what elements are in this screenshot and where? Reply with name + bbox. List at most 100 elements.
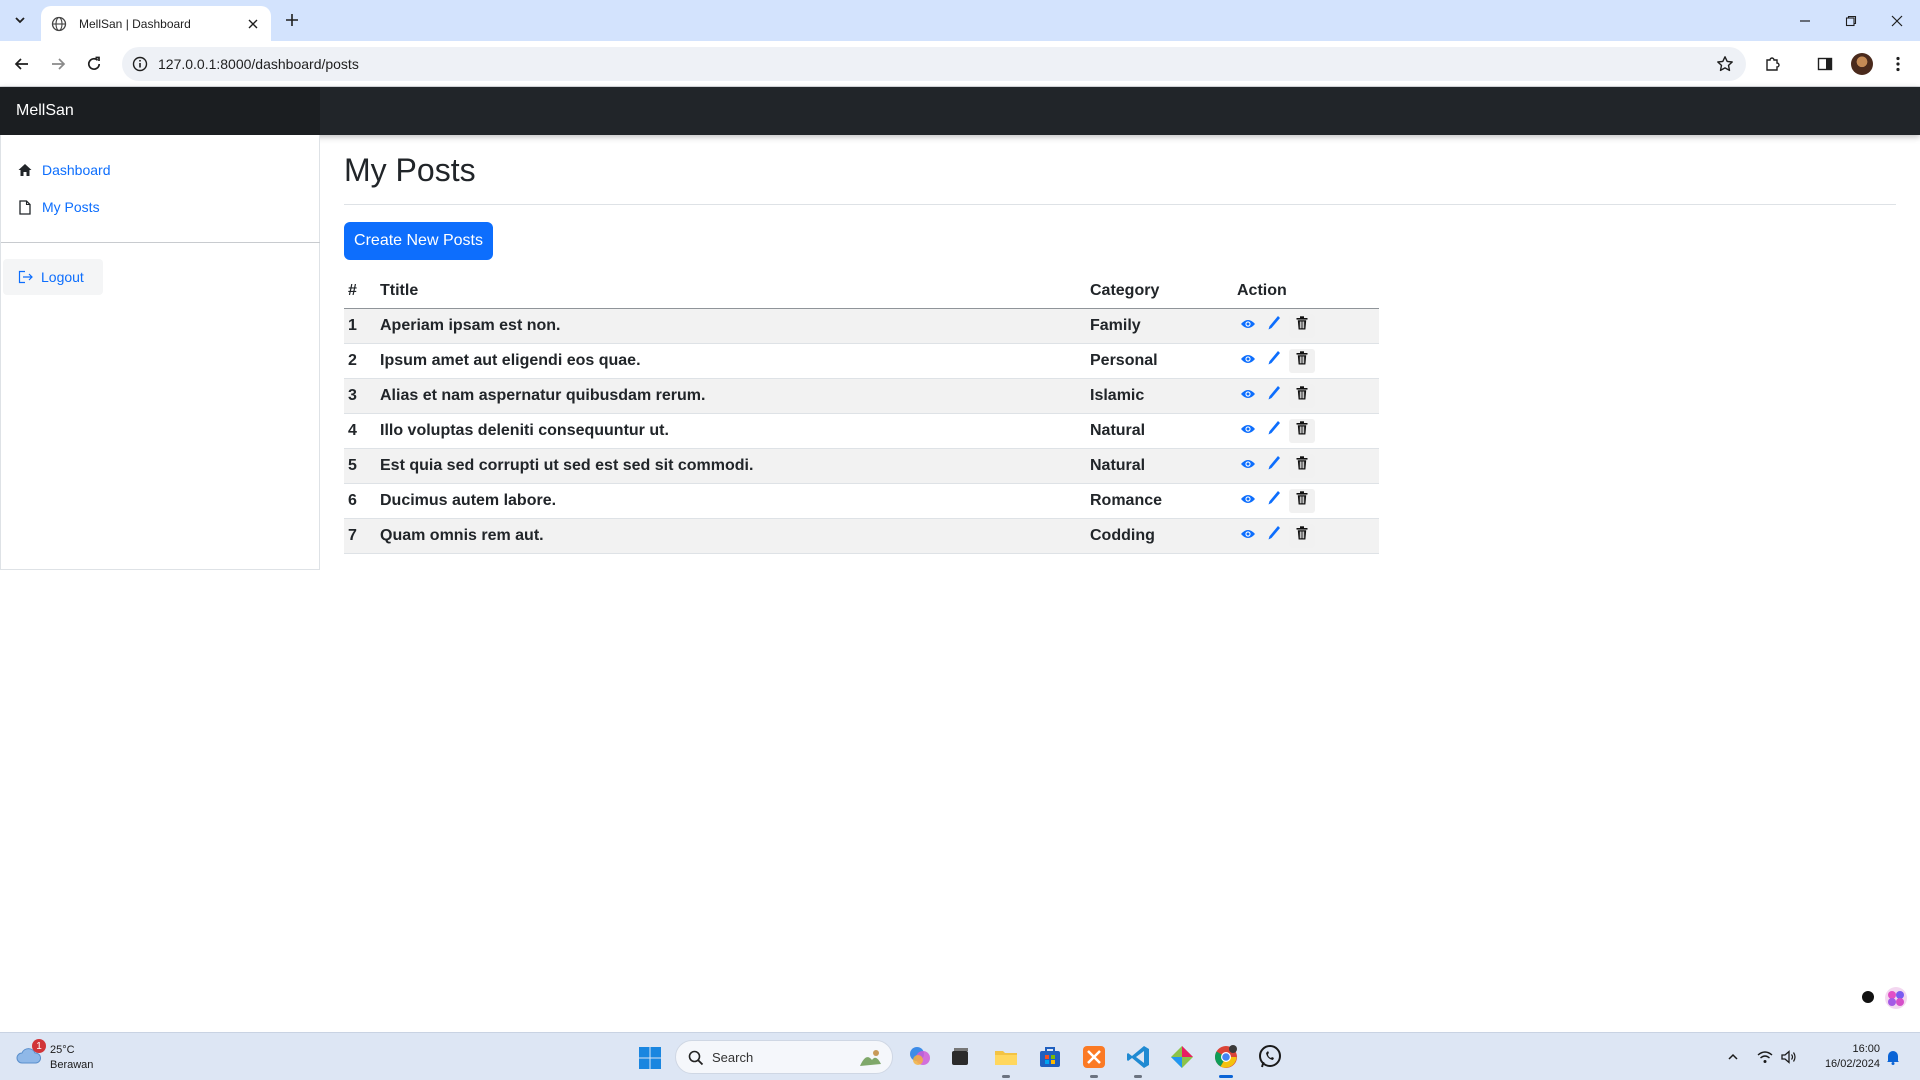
post-number: 5	[344, 448, 376, 484]
browser-menu-button[interactable]	[1886, 52, 1910, 76]
floating-assistant-widget[interactable]	[1860, 983, 1916, 1013]
new-tab-button[interactable]	[281, 9, 303, 31]
browser-tab[interactable]: MellSan | Dashboard	[41, 6, 271, 41]
sidebar-item-dashboard[interactable]: Dashboard	[17, 162, 111, 178]
weather-condition: Berawan	[50, 1059, 94, 1071]
vscode-icon	[1127, 1046, 1149, 1068]
delete-post-button[interactable]	[1289, 313, 1315, 338]
column-header-title: Ttitle	[376, 274, 1086, 309]
taskbar-app-gitkraken[interactable]	[1168, 1043, 1196, 1071]
notifications-button[interactable]	[1884, 1048, 1902, 1066]
view-post-button[interactable]	[1237, 315, 1259, 337]
speaker-icon	[1781, 1050, 1796, 1064]
search-label: Search	[712, 1050, 754, 1065]
taskbar-app-store[interactable]	[1036, 1043, 1064, 1071]
profile-avatar[interactable]	[1851, 53, 1873, 75]
taskbar-app-whatsapp[interactable]	[1256, 1043, 1284, 1071]
side-panel-button[interactable]	[1813, 52, 1837, 76]
wifi-status[interactable]	[1756, 1048, 1774, 1066]
edit-post-button[interactable]	[1263, 420, 1285, 442]
taskbar-app-file-explorer[interactable]	[992, 1043, 1020, 1078]
edit-post-button[interactable]	[1263, 315, 1285, 337]
post-category: Family	[1086, 308, 1233, 344]
pencil-icon	[1267, 490, 1281, 511]
extensions-button[interactable]	[1761, 52, 1785, 76]
logout-button[interactable]: Logout	[3, 259, 103, 295]
tab-search-button[interactable]	[8, 8, 32, 32]
view-post-button[interactable]	[1237, 350, 1259, 372]
notification-badge: 1	[32, 1039, 46, 1053]
browser-toolbar: 127.0.0.1:8000/dashboard/posts	[0, 41, 1920, 87]
view-post-button[interactable]	[1237, 385, 1259, 407]
tab-title: MellSan | Dashboard	[79, 16, 191, 31]
taskbar-app-chrome[interactable]	[1212, 1043, 1240, 1078]
edit-post-button[interactable]	[1263, 525, 1285, 547]
post-number: 3	[344, 378, 376, 414]
edit-post-button[interactable]	[1263, 385, 1285, 407]
taskbar-search[interactable]: Search	[675, 1040, 893, 1074]
sidebar-item-my-posts[interactable]: My Posts	[17, 199, 100, 215]
view-post-button[interactable]	[1237, 490, 1259, 512]
search-icon	[688, 1050, 704, 1066]
star-icon[interactable]	[1716, 55, 1734, 73]
view-post-button[interactable]	[1237, 525, 1259, 547]
tray-overflow-button[interactable]	[1724, 1048, 1742, 1066]
info-icon[interactable]	[132, 56, 148, 72]
edit-post-button[interactable]	[1263, 490, 1285, 512]
brand-link[interactable]: MellSan	[0, 87, 320, 135]
eye-icon	[1240, 457, 1256, 475]
start-button[interactable]	[638, 1046, 662, 1070]
edit-post-button[interactable]	[1263, 455, 1285, 477]
trash-icon	[1296, 526, 1308, 545]
eye-icon	[1240, 387, 1256, 405]
weather-widget[interactable]: 1 25°C Berawan	[16, 1039, 126, 1075]
reload-icon	[88, 56, 101, 70]
delete-post-button[interactable]	[1289, 488, 1315, 513]
trash-icon	[1296, 351, 1308, 370]
close-window-button[interactable]	[1874, 0, 1920, 41]
kebab-menu-icon	[1896, 56, 1900, 72]
taskbar-app-vscode[interactable]	[1124, 1043, 1152, 1078]
close-tab-button[interactable]	[245, 16, 261, 32]
post-title: Aperiam ipsam est non.	[376, 308, 1086, 344]
taskbar-clock[interactable]: 16:00 16/02/2024	[1808, 1042, 1880, 1072]
post-actions	[1233, 518, 1379, 554]
whatsapp-icon	[1259, 1045, 1281, 1068]
back-button[interactable]	[10, 52, 34, 76]
delete-post-button[interactable]	[1289, 383, 1315, 408]
restore-button[interactable]	[1828, 0, 1874, 41]
post-actions	[1233, 413, 1379, 449]
post-number: 2	[344, 343, 376, 379]
view-post-button[interactable]	[1237, 420, 1259, 442]
trash-icon	[1296, 421, 1308, 440]
wifi-icon	[1757, 1051, 1773, 1063]
trash-icon	[1296, 491, 1308, 510]
taskbar-app-xampp[interactable]	[1080, 1043, 1108, 1078]
reload-button[interactable]	[82, 52, 106, 76]
chevron-up-icon	[1728, 1053, 1738, 1060]
column-header-number: #	[344, 274, 376, 309]
post-category: Codding	[1086, 518, 1233, 554]
eye-icon	[1240, 317, 1256, 335]
delete-post-button[interactable]	[1289, 523, 1315, 548]
active-indicator	[1219, 1075, 1233, 1078]
view-post-button[interactable]	[1237, 455, 1259, 477]
delete-post-button[interactable]	[1289, 453, 1315, 478]
delete-post-button[interactable]	[1289, 348, 1315, 373]
address-bar[interactable]: 127.0.0.1:8000/dashboard/posts	[122, 47, 1746, 81]
post-title: Illo voluptas deleniti consequuntur ut.	[376, 413, 1086, 449]
app-navbar: MellSan	[0, 87, 1920, 135]
edit-post-button[interactable]	[1263, 350, 1285, 372]
url-text[interactable]: 127.0.0.1:8000/dashboard/posts	[158, 56, 359, 72]
forward-button[interactable]	[46, 52, 70, 76]
post-actions	[1233, 483, 1379, 519]
chevron-down-icon	[15, 17, 25, 24]
create-new-post-button[interactable]: Create New Posts	[344, 222, 493, 260]
post-category: Romance	[1086, 483, 1233, 519]
taskbar-app-task-view[interactable]	[946, 1043, 974, 1071]
volume-status[interactable]	[1780, 1048, 1798, 1066]
delete-post-button[interactable]	[1289, 418, 1315, 443]
minimize-button[interactable]	[1782, 0, 1828, 41]
taskbar-app-copilot[interactable]	[906, 1043, 934, 1071]
logout-label: Logout	[41, 269, 84, 285]
